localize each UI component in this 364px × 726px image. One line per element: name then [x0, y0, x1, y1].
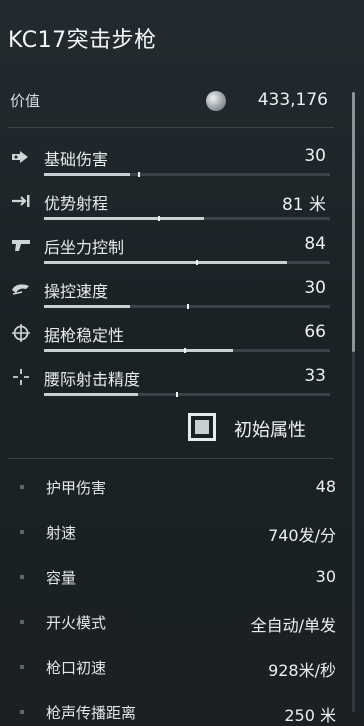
stat-row-effective-range: 优势射程 81 米 — [10, 188, 336, 232]
bullet-icon — [20, 710, 24, 714]
stat-label: 据枪稳定性 — [44, 326, 125, 345]
stat-value: 33 — [304, 366, 326, 386]
stat-bar-fill — [44, 261, 287, 264]
attribute-row: 容量 30 — [20, 565, 336, 591]
attribute-label: 开火模式 — [46, 614, 107, 632]
attribute-label: 射速 — [46, 524, 77, 542]
stat-value: 30 — [304, 278, 326, 298]
attribute-row: 护甲伤害 48 — [20, 475, 336, 501]
attribute-row: 枪声传播距离 250 米 — [20, 700, 336, 726]
attribute-row: 射速 740发/分 — [20, 520, 336, 546]
stat-value: 84 — [304, 234, 326, 254]
attribute-value: 30 — [315, 567, 336, 586]
stat-bar-fill — [44, 173, 130, 176]
hipfire-accuracy-icon — [10, 368, 32, 386]
stat-label: 优势射程 — [44, 194, 109, 213]
stat-bar-base-marker — [158, 216, 160, 221]
stat-bar-base-marker — [196, 260, 198, 265]
attribute-value: 全自动/单发 — [250, 616, 336, 635]
initial-attributes-checkbox[interactable] — [188, 413, 216, 441]
stat-label: 后坐力控制 — [44, 238, 125, 257]
handling-speed-icon — [10, 280, 32, 298]
stat-bar-base-marker — [184, 348, 186, 353]
recoil-control-icon — [10, 236, 32, 254]
stat-row-handling-speed: 操控速度 30 — [10, 276, 336, 320]
value-label: 价值 — [10, 92, 41, 110]
stat-bar-fill — [44, 349, 233, 352]
damage-icon — [10, 148, 32, 166]
attribute-value: 740发/分 — [268, 526, 336, 545]
stat-bar — [44, 260, 330, 265]
attribute-value: 48 — [315, 477, 336, 496]
attribute-label: 枪声传播距离 — [46, 704, 137, 722]
bullet-icon — [20, 665, 24, 669]
stat-bar — [44, 304, 330, 309]
attribute-row: 枪口初速 928米/秒 — [20, 655, 336, 681]
range-icon — [10, 192, 32, 210]
weapon-title: KC17突击步枪 — [8, 28, 157, 53]
value-row: 价值 433,176 — [10, 90, 330, 114]
stat-bar — [44, 348, 330, 353]
silver-coin-icon — [206, 91, 226, 111]
initial-attributes-label: 初始属性 — [234, 420, 306, 441]
divider — [8, 458, 334, 459]
stat-bar-fill — [44, 393, 138, 396]
divider — [8, 127, 334, 128]
bullet-icon — [20, 530, 24, 534]
stat-bar-base-marker — [187, 304, 189, 309]
weapon-detail-panel: KC17突击步枪 价值 433,176 基础伤害 30 优势射程 81 米 后坐… — [0, 0, 364, 726]
stat-value: 81 米 — [281, 195, 326, 215]
attribute-row: 开火模式 全自动/单发 — [20, 610, 336, 636]
attribute-value: 928米/秒 — [268, 661, 336, 680]
stat-bar — [44, 172, 330, 177]
stat-label: 操控速度 — [44, 282, 109, 301]
stat-bar-base-marker — [176, 392, 178, 397]
attribute-label: 枪口初速 — [46, 659, 107, 677]
attribute-label: 护甲伤害 — [46, 479, 107, 497]
attribute-label: 容量 — [46, 569, 77, 587]
value-amount: 433,176 — [257, 90, 328, 110]
stat-value: 30 — [304, 146, 326, 166]
scrollbar[interactable] — [352, 92, 355, 712]
stability-icon — [10, 324, 32, 342]
bullet-icon — [20, 620, 24, 624]
stat-bar — [44, 216, 330, 221]
stat-value: 66 — [304, 322, 326, 342]
stat-label: 腰际射击精度 — [44, 370, 141, 389]
bullet-icon — [20, 485, 24, 489]
stat-label: 基础伤害 — [44, 150, 109, 169]
stat-bar-base-marker — [138, 172, 140, 177]
stat-row-base-damage: 基础伤害 30 — [10, 144, 336, 188]
attribute-value: 250 米 — [284, 706, 336, 725]
scrollbar-thumb[interactable] — [352, 92, 355, 352]
stat-bar-fill — [44, 305, 130, 308]
bullet-icon — [20, 575, 24, 579]
stat-row-stability: 据枪稳定性 66 — [10, 320, 336, 364]
stat-row-recoil-control: 后坐力控制 84 — [10, 232, 336, 276]
stat-row-hipfire-accuracy: 腰际射击精度 33 — [10, 364, 336, 408]
stat-bar-fill — [44, 217, 204, 220]
stat-bar — [44, 392, 330, 397]
checkbox-check-mark — [195, 420, 209, 434]
